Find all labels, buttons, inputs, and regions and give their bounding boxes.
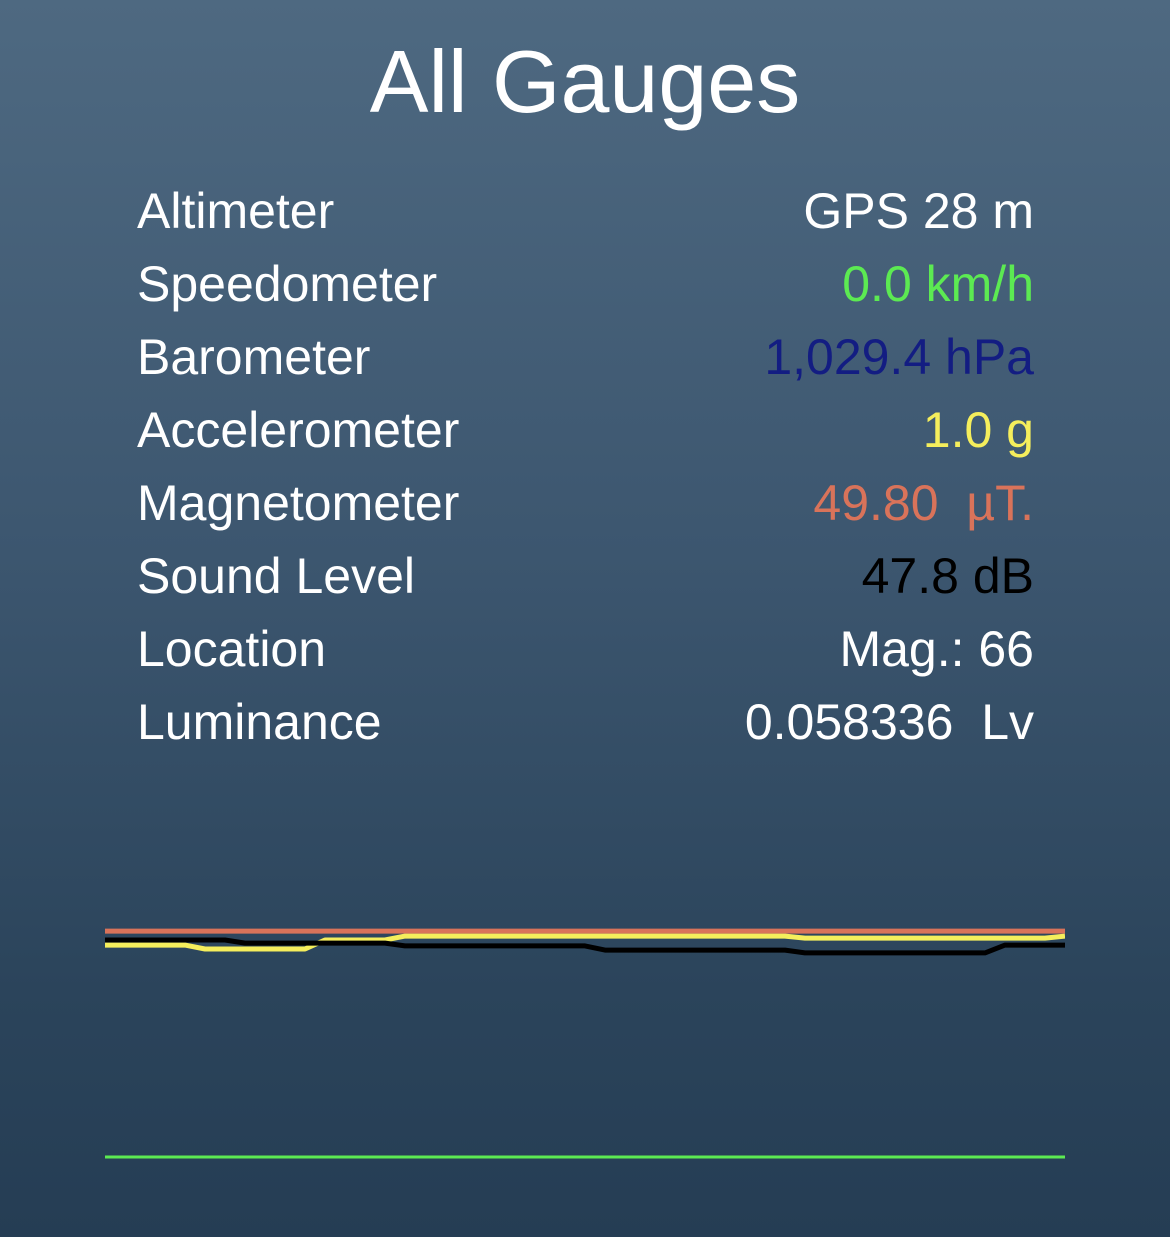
barometer-value: 1,029.4 hPa: [764, 328, 1034, 385]
sound-level-value: 47.8 dB: [861, 547, 1034, 604]
gauge-row-accelerometer[interactable]: Accelerometer 1.0 g: [137, 393, 1034, 466]
gauge-row-sound-level[interactable]: Sound Level 47.8 dB: [137, 539, 1034, 612]
gauge-row-magnetometer[interactable]: Magnetometer 49.80 µT.: [137, 466, 1034, 539]
speedometer-value: 0.0 km/h: [842, 255, 1034, 312]
sensor-history-chart: [105, 928, 1065, 1159]
accelerometer-value: 1.0 g: [922, 401, 1034, 458]
gauge-row-speedometer[interactable]: Speedometer 0.0 km/h: [137, 247, 1034, 320]
gauge-row-location[interactable]: Location Mag.: 66: [137, 612, 1034, 685]
gauge-row-altimeter[interactable]: Altimeter GPS 28 m: [137, 174, 1034, 247]
altimeter-value: GPS 28 m: [803, 182, 1034, 239]
gauge-list: Altimeter GPS 28 m Speedometer 0.0 km/h …: [137, 174, 1034, 758]
magnetometer-value: 49.80 µT.: [813, 474, 1034, 531]
gauge-row-barometer[interactable]: Barometer 1,029.4 hPa: [137, 320, 1034, 393]
magnetometer-label: Magnetometer: [137, 474, 460, 531]
sound-level-label: Sound Level: [137, 547, 416, 604]
gauge-row-luminance[interactable]: Luminance 0.058336 Lv: [137, 685, 1034, 758]
luminance-value: 0.058336 Lv: [744, 693, 1034, 750]
page-title: All Gauges: [369, 32, 801, 131]
accelerometer-label: Accelerometer: [137, 401, 460, 458]
luminance-label: Luminance: [137, 693, 382, 750]
location-label: Location: [137, 620, 327, 677]
speedometer-label: Speedometer: [137, 255, 438, 312]
location-value: Mag.: 66: [839, 620, 1034, 677]
altimeter-label: Altimeter: [137, 182, 335, 239]
barometer-label: Barometer: [137, 328, 371, 385]
